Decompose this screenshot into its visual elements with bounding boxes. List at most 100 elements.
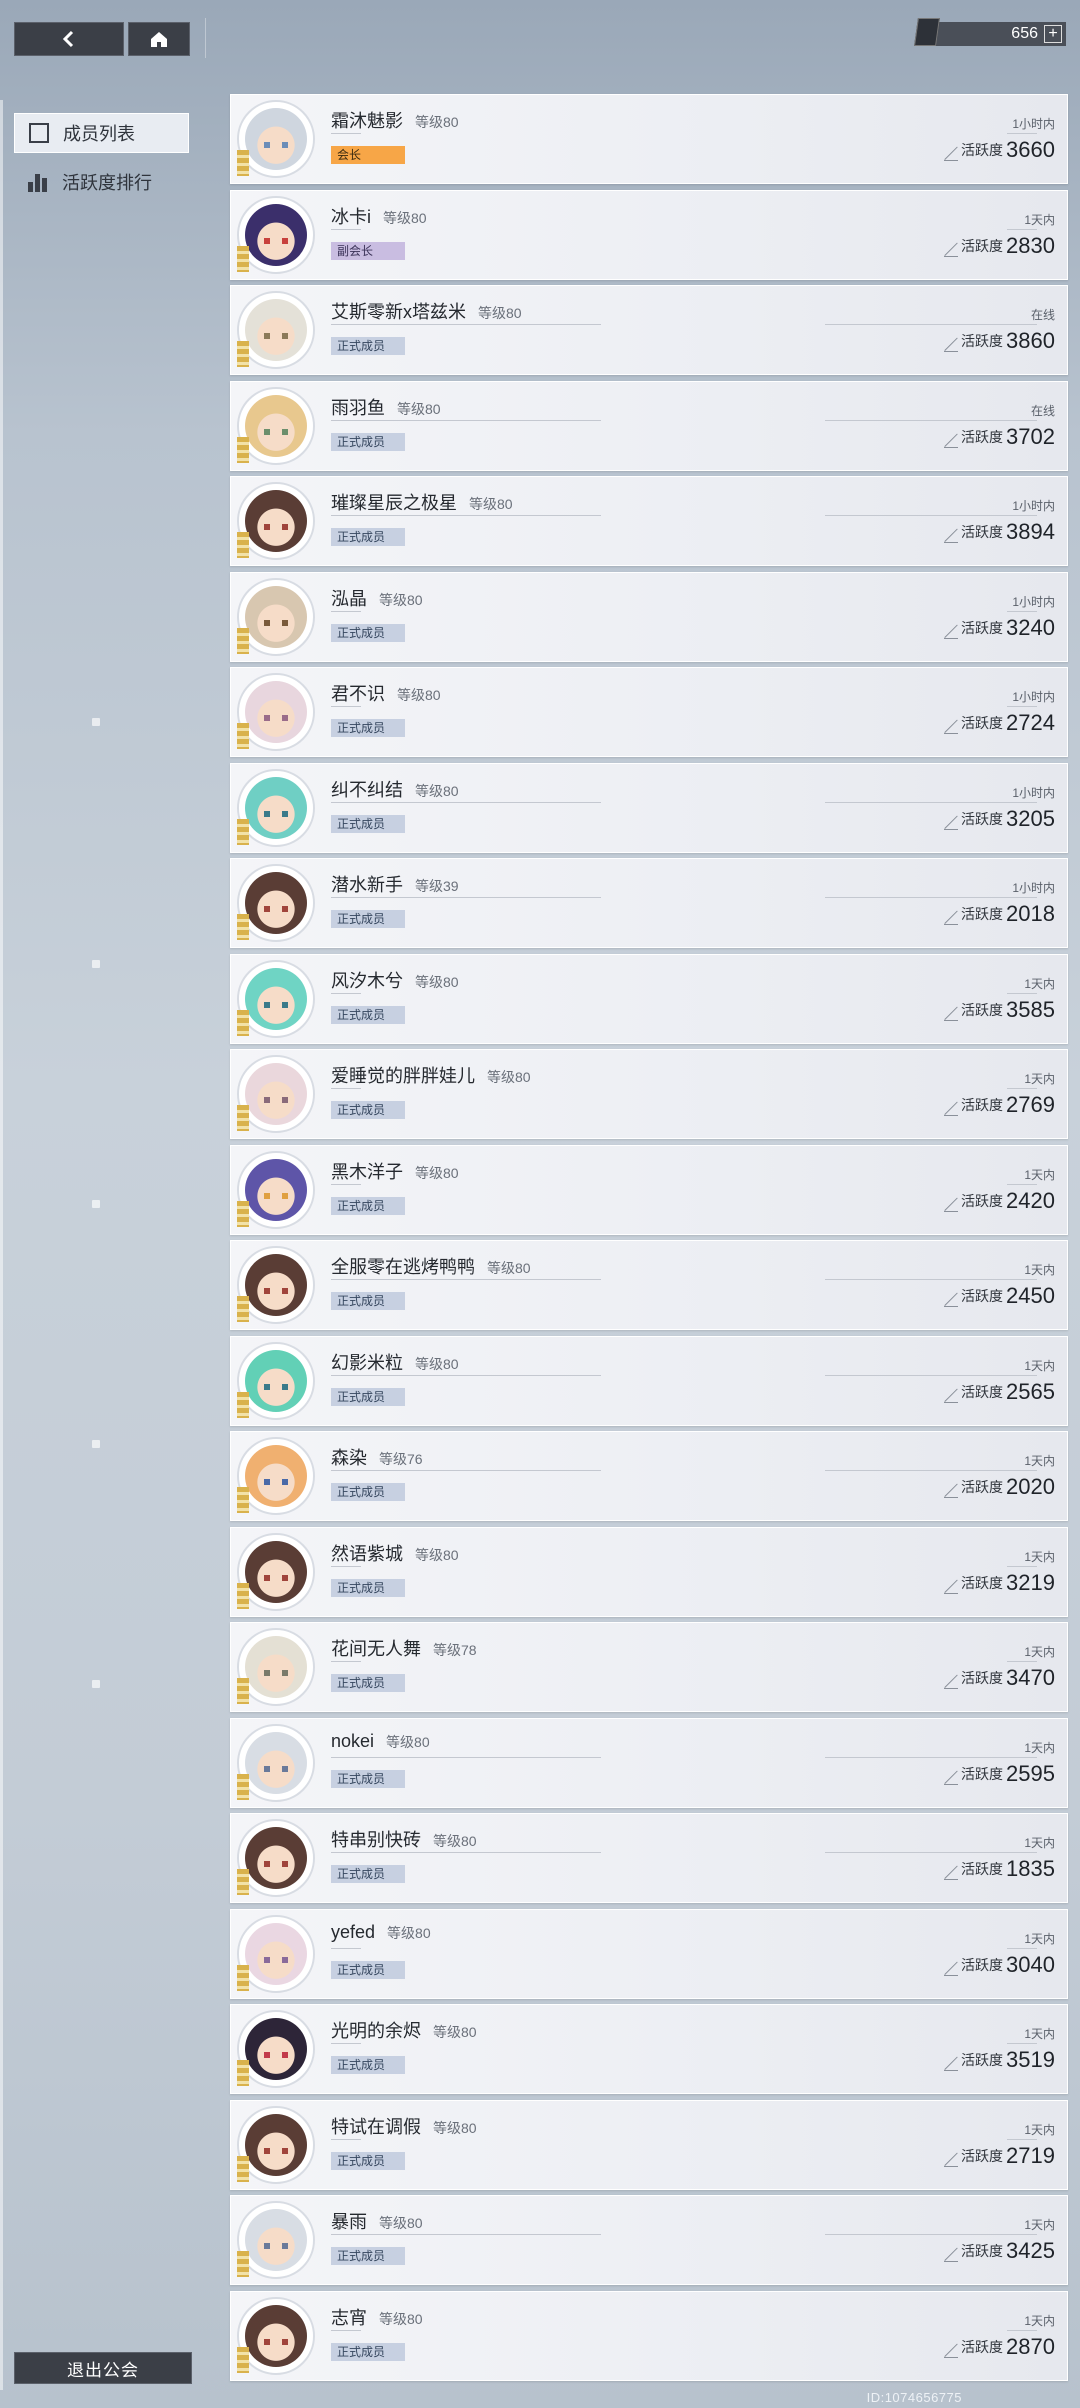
sidebar	[0, 100, 210, 2390]
avatar-portrait	[245, 2018, 307, 2080]
member-card[interactable]: 风汐木兮 等级80 正式成员 1天内 活跃度 3585	[230, 953, 1068, 1044]
member-card[interactable]: 花间无人舞 等级78 正式成员 1天内 活跃度 3470	[230, 1622, 1068, 1712]
avatar-frame-decoration	[237, 1200, 249, 1227]
add-currency-button[interactable]: +	[1044, 25, 1062, 43]
exit-guild-button[interactable]: 退出公会	[14, 2352, 192, 2384]
member-role-badge: 正式成员	[331, 1005, 405, 1024]
member-avatar[interactable]	[237, 1914, 315, 1993]
member-card[interactable]: nokei 等级80 正式成员 1天内 活跃度 2595	[230, 1717, 1068, 1808]
member-card[interactable]: 幻影米粒 等级80 正式成员 1天内 活跃度 2565	[230, 1335, 1068, 1426]
member-avatar[interactable]	[237, 1150, 315, 1229]
member-card[interactable]: 特试在调假 等级80 正式成员 1天内 活跃度 2719	[230, 2099, 1068, 2190]
member-avatar[interactable]	[237, 2010, 315, 2088]
member-card[interactable]: 黑木洋子 等级80 正式成员 1天内 活跃度 2420	[230, 1144, 1068, 1235]
avatar-portrait	[245, 1540, 307, 1603]
member-avatar[interactable]	[237, 482, 315, 560]
last-online-status: 1天内	[1024, 1836, 1055, 1850]
last-online-status: 1天内	[1024, 976, 1055, 991]
back-button[interactable]	[14, 22, 124, 56]
member-avatar[interactable]	[237, 1628, 315, 1706]
member-card[interactable]: 冰卡i 等级80 副会长 1天内 活跃度 2830	[230, 189, 1068, 280]
member-role-badge: 正式成员	[331, 910, 405, 928]
member-avatar[interactable]	[237, 100, 315, 178]
status-divider	[1007, 610, 1037, 612]
status-divider	[825, 2234, 1037, 2235]
sidebar-item-ranking[interactable]: 活跃度排行	[14, 162, 189, 202]
avatar-portrait	[245, 1063, 307, 1125]
member-card[interactable]: 特串别快砖 等级80 正式成员 1天内 活跃度 1835	[230, 1813, 1068, 1903]
activity-label: 活跃度	[961, 1001, 1004, 1018]
status-divider	[825, 419, 1037, 421]
member-card[interactable]: 纠不纠结 等级80 正式成员 1小时内 活跃度 3205	[230, 762, 1068, 853]
name-divider	[331, 1852, 601, 1853]
member-card[interactable]: 君不识 等级80 正式成员 1小时内 活跃度 2724	[230, 667, 1068, 757]
name-divider	[331, 2043, 361, 2044]
last-online-status: 1天内	[1024, 1454, 1055, 1468]
status-divider	[825, 1279, 1037, 1280]
member-avatar[interactable]	[237, 1246, 315, 1324]
member-card[interactable]: 霜沐魅影 等级80 会长 1小时内 活跃度 3660	[230, 94, 1068, 184]
activity-value: 2830	[1006, 232, 1055, 258]
activity-label: 活跃度	[961, 2052, 1004, 2068]
name-divider	[331, 706, 361, 707]
member-card[interactable]: 潜水新手 等级39 正式成员 1小时内 活跃度 2018	[230, 858, 1068, 948]
activity-value: 2565	[1006, 1378, 1055, 1404]
activity-value: 2020	[1006, 1474, 1055, 1499]
member-avatar[interactable]	[237, 291, 315, 369]
member-card[interactable]: yefed 等级80 正式成员 1天内 活跃度 3040	[230, 1908, 1068, 1999]
member-name: 全服零在逃烤鸭鸭	[331, 1257, 475, 1277]
name-divider	[331, 992, 361, 994]
member-card[interactable]: 泓晶 等级80 正式成员 1小时内 活跃度 3240	[230, 571, 1068, 662]
sidebar-item-members[interactable]: 成员列表	[14, 113, 189, 153]
member-card[interactable]: 森染 等级76 正式成员 1天内 活跃度 2020	[230, 1431, 1068, 1521]
member-card[interactable]: 艾斯零新x塔兹米 等级80 正式成员 在线 活跃度 3860	[230, 285, 1068, 375]
status-divider	[825, 515, 1037, 516]
last-online-status: 1小时内	[1012, 117, 1055, 131]
member-name: nokei	[331, 1730, 375, 1751]
member-avatar[interactable]	[237, 1532, 315, 1611]
member-avatar[interactable]	[237, 673, 315, 751]
member-avatar[interactable]	[237, 1341, 315, 1420]
activity-icon	[944, 1578, 959, 1594]
member-avatar[interactable]	[237, 195, 315, 274]
member-level: 等级80	[415, 1164, 459, 1181]
member-card[interactable]: 光明的余烬 等级80 正式成员 1天内 活跃度 3519	[230, 2004, 1068, 2094]
member-avatar[interactable]	[237, 2201, 315, 2279]
avatar-frame-decoration	[237, 1582, 249, 1609]
activity-score: 活跃度 2450	[944, 1285, 1055, 1307]
last-online-status: 1天内	[1024, 2122, 1055, 2137]
activity-value: 3205	[1006, 805, 1055, 831]
member-card[interactable]: 璀璨星辰之极星 等级80 正式成员 1小时内 活跃度 3894	[230, 476, 1068, 566]
member-card[interactable]: 暴雨 等级80 正式成员 1天内 活跃度 3425	[230, 2195, 1068, 2285]
member-card[interactable]: 然语紫城 等级80 正式成员 1天内 活跃度 3219	[230, 1526, 1068, 1617]
member-level: 等级80	[379, 591, 423, 608]
activity-label: 活跃度	[961, 1574, 1004, 1591]
name-divider	[331, 801, 601, 803]
member-role-badge: 正式成员	[331, 1196, 405, 1215]
member-avatar[interactable]	[237, 768, 315, 847]
member-card[interactable]: 志宵 等级80 正式成员 1天内 活跃度 2870	[230, 2290, 1068, 2381]
member-avatar[interactable]	[237, 2105, 315, 2184]
avatar-frame-decoration	[237, 2251, 249, 2277]
activity-label: 活跃度	[961, 524, 1004, 540]
member-card[interactable]: 全服零在逃烤鸭鸭 等级80 正式成员 1天内 活跃度 2450	[230, 1240, 1068, 1330]
name-divider	[331, 133, 361, 134]
avatar-frame-decoration	[237, 723, 249, 749]
last-online-status: 1小时内	[1012, 881, 1055, 895]
member-avatar[interactable]	[237, 2296, 315, 2375]
member-avatar[interactable]	[237, 386, 315, 465]
member-avatar[interactable]	[237, 1819, 315, 1897]
home-button[interactable]	[128, 22, 190, 56]
member-level: 等级80	[383, 209, 427, 226]
member-avatar[interactable]	[237, 864, 315, 942]
member-avatar[interactable]	[237, 577, 315, 656]
member-card[interactable]: 雨羽鱼 等级80 正式成员 在线 活跃度 3702	[230, 380, 1068, 471]
member-avatar[interactable]	[237, 1723, 315, 1802]
member-avatar[interactable]	[237, 1055, 315, 1133]
member-avatar[interactable]	[237, 1437, 315, 1515]
avatar-frame-decoration	[237, 1773, 249, 1800]
member-avatar[interactable]	[237, 959, 315, 1038]
member-level: 等级80	[386, 1733, 430, 1750]
name-divider	[331, 324, 601, 325]
member-card[interactable]: 爱睡觉的胖胖娃儿 等级80 正式成员 1天内 活跃度 2769	[230, 1049, 1068, 1139]
